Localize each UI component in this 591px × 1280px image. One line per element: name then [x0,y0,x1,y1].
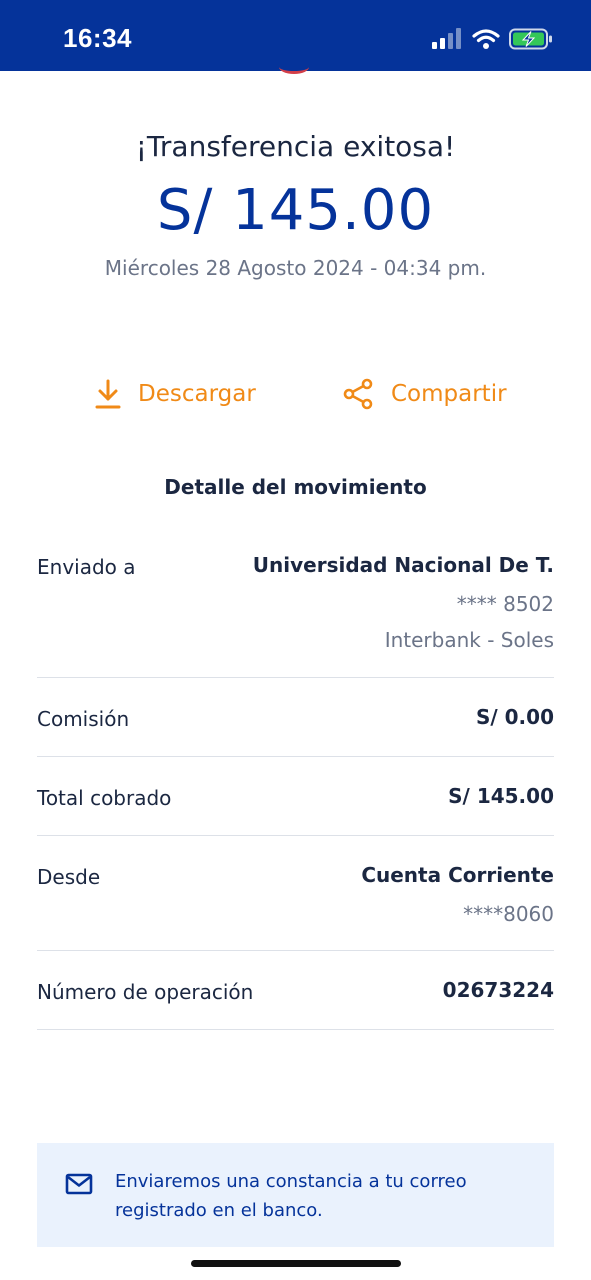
detail-row-sent-to: Enviado a Universidad Nacional De T. ***… [37,540,554,678]
download-button[interactable]: Descargar [94,372,256,416]
page-title: ¡Transferencia exitosa! [135,130,456,163]
header-decoration [279,60,309,74]
detail-row-operation: Número de operación 02673224 [37,951,554,1030]
operation-number: 02673224 [442,978,554,1002]
operation-label: Número de operación [37,980,254,1004]
download-icon [95,379,121,409]
notice-text-line-2: registrado en el banco. [115,1200,323,1221]
sent-to-label: Enviado a [37,555,136,579]
recipient-account: **** 8502 [456,592,554,616]
share-label: Compartir [391,381,507,407]
from-account-type: Cuenta Corriente [361,863,554,887]
download-label: Descargar [138,381,256,407]
battery-charging-icon [509,28,552,50]
transfer-datetime: Miércoles 28 Agosto 2024 - 04:34 pm. [104,256,487,280]
from-account-number: ****8060 [463,902,554,926]
details-title: Detalle del movimiento [164,475,427,499]
home-indicator[interactable] [191,1260,401,1267]
detail-row-from: Desde Cuenta Corriente ****8060 [37,836,554,951]
from-label: Desde [37,865,101,889]
total-value: S/ 145.00 [448,784,554,808]
share-button[interactable]: Compartir [343,372,507,416]
mail-icon [65,1173,93,1195]
wifi-icon [472,29,500,49]
notice-text-line-1: Enviaremos una constancia a tu correo [115,1171,467,1192]
transfer-amount: S/ 145.00 [156,178,435,243]
notice-text: Enviaremos una constancia a tu correo re… [115,1167,535,1225]
recipient-bank: Interbank - Soles [384,628,554,652]
cellular-signal-icon [432,28,461,49]
total-label: Total cobrado [37,786,172,810]
share-icon [343,378,373,410]
status-time: 16:34 [63,23,132,53]
commission-value: S/ 0.00 [475,705,554,729]
commission-label: Comisión [37,707,130,731]
email-notice: Enviaremos una constancia a tu correo re… [37,1143,554,1247]
recipient-name: Universidad Nacional De T. [252,553,554,577]
detail-row-total: Total cobrado S/ 145.00 [37,757,554,836]
detail-row-commission: Comisión S/ 0.00 [37,678,554,757]
